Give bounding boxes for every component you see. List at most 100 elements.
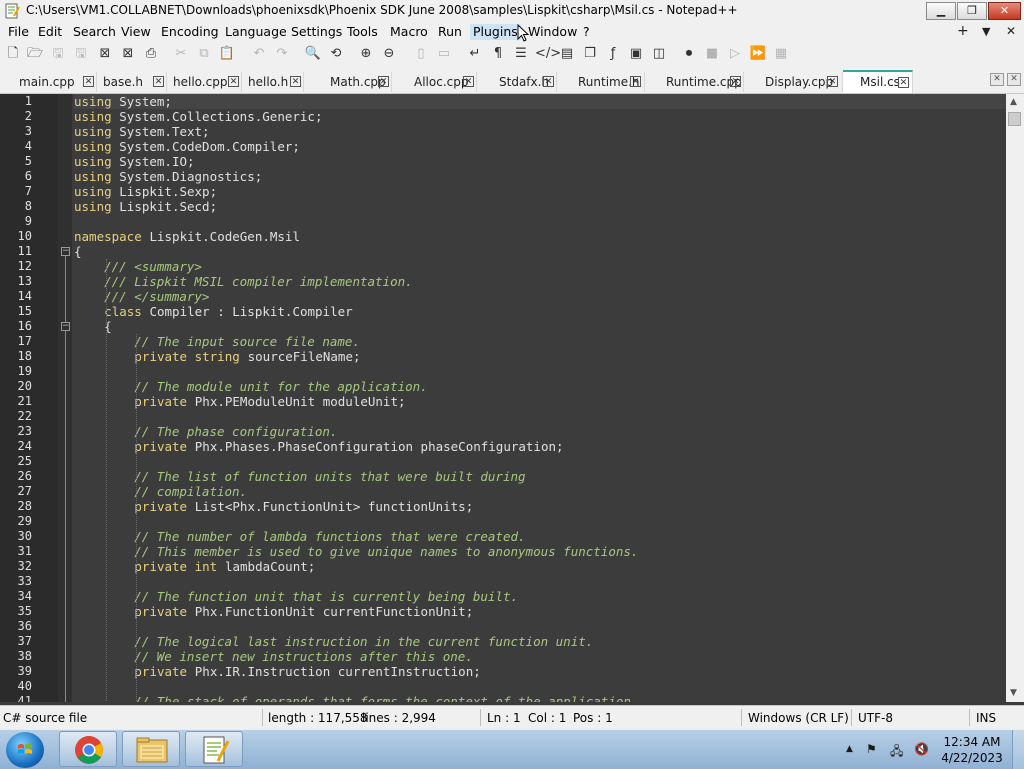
tab-close-icon[interactable]: ✕ — [378, 76, 389, 87]
code-line[interactable]: 5 using System.IO; — [0, 154, 1006, 169]
print-icon[interactable]: ⎙ — [142, 45, 160, 63]
menu-file[interactable]: File — [5, 24, 32, 40]
tab-runtime-cpp[interactable]: Runtime.cpp ✕ — [645, 72, 744, 92]
tab-close-icon[interactable]: ✕ — [153, 76, 164, 87]
tab-main-cpp[interactable]: main.cpp ✕ — [13, 72, 97, 92]
menu-settings[interactable]: Settings — [288, 24, 345, 40]
close-all-icon[interactable]: ⊠ — [119, 45, 137, 63]
code-line[interactable]: 3 using System.Text; — [0, 124, 1006, 139]
code-line[interactable]: 29 — [0, 514, 1006, 529]
code-line[interactable]: 37 // The logical last instruction in th… — [0, 634, 1006, 649]
code-line[interactable]: 30 // The number of lambda functions tha… — [0, 529, 1006, 544]
cut-icon[interactable]: ✂ — [172, 45, 190, 63]
code-line[interactable]: 32 private int lambdaCount; — [0, 559, 1006, 574]
menu-tools[interactable]: Tools — [344, 24, 381, 40]
code-line[interactable]: 9 — [0, 214, 1006, 229]
monitor-icon[interactable]: ▣ — [627, 45, 645, 63]
tab-close-icon[interactable]: ✕ — [827, 76, 838, 87]
restore-button[interactable]: ❐ — [957, 2, 987, 20]
close-document-icon[interactable]: ✕ — [1006, 24, 1016, 38]
new-tab-icon[interactable]: + — [957, 23, 969, 39]
code-line[interactable]: 11 { — [0, 244, 1006, 259]
tab-list-dropdown-icon[interactable]: ▼ — [982, 25, 990, 38]
tab-close-icon[interactable]: ✕ — [463, 76, 474, 87]
sync-vertical-icon[interactable]: ▯ — [412, 45, 430, 63]
action-center-flag-icon[interactable]: ⚑ — [866, 742, 877, 756]
close-window-button[interactable]: ✕ — [988, 2, 1021, 20]
status-eol[interactable]: Windows (CR LF) — [748, 711, 849, 725]
tab-close-icon[interactable]: ✕ — [898, 77, 909, 88]
network-icon[interactable]: 🖧 — [890, 742, 903, 763]
code-line[interactable]: 25 — [0, 454, 1006, 469]
function-fx-icon[interactable]: ƒ — [604, 45, 622, 63]
fold-toggle-icon[interactable]: − — [61, 247, 70, 256]
status-encoding[interactable]: UTF-8 — [858, 711, 893, 725]
save-icon[interactable]: 🖫 — [49, 45, 67, 63]
record-macro-icon[interactable]: ⏺ — [680, 45, 698, 63]
code-line[interactable]: 38 // We insert new instructions after t… — [0, 649, 1006, 664]
tab-hello-h[interactable]: hello.h ✕ — [242, 72, 304, 92]
menu-plugins[interactable]: Plugins — [470, 24, 521, 40]
doc-map-icon[interactable]: ▤ — [558, 45, 576, 63]
copy-icon[interactable]: ⧉ — [195, 45, 213, 63]
code-line[interactable]: 15 class Compiler : Lispkit.Compiler — [0, 304, 1006, 319]
save-all-icon[interactable]: 🖫 — [72, 45, 90, 63]
code-editor[interactable]: 1 using System; 2 using System.Collections.… — [0, 94, 1006, 702]
status-insert-mode[interactable]: INS — [976, 711, 996, 725]
run-macro-multiple-icon[interactable]: ⏩ — [749, 45, 767, 63]
tab-msil-cs[interactable]: Msil.cs ✕ — [843, 70, 913, 93]
code-line[interactable]: 14 /// </summary> — [0, 289, 1006, 304]
taskbar-file-explorer[interactable] — [122, 731, 180, 767]
code-line[interactable]: 21 private Phx.PEModuleUnit moduleUnit; — [0, 394, 1006, 409]
vertical-scrollbar[interactable]: ▲ ▼ — [1006, 94, 1024, 702]
code-line[interactable]: 31 // This member is used to give unique… — [0, 544, 1006, 559]
menu-macro[interactable]: Macro — [387, 24, 431, 40]
stop-record-icon[interactable]: ■ — [703, 45, 721, 63]
indent-guide-icon[interactable]: ☰ — [512, 45, 530, 63]
taskbar-notepad-plus-plus[interactable] — [185, 731, 243, 767]
taskbar-chrome[interactable] — [59, 731, 117, 767]
code-line[interactable]: 7 using Lispkit.Sexp; — [0, 184, 1006, 199]
tab-close-icon[interactable]: ✕ — [543, 76, 554, 87]
code-line[interactable]: 16 { — [0, 319, 1006, 334]
code-line[interactable]: 35 private Phx.FunctionUnit currentFunct… — [0, 604, 1006, 619]
menu-encoding[interactable]: Encoding — [158, 24, 222, 40]
code-line[interactable]: 17 // The input source file name. — [0, 334, 1006, 349]
code-line[interactable]: 12 /// <summary> — [0, 259, 1006, 274]
code-line[interactable]: 40 — [0, 679, 1006, 694]
zoom-out-icon[interactable]: ⊖ — [380, 45, 398, 63]
notepad-plus-plus-app-icon[interactable] — [4, 3, 20, 19]
tab-runtime-h[interactable]: Runtime.h ✕ — [557, 72, 645, 92]
tab-display-cpp[interactable]: Display.cpp ✕ — [744, 72, 843, 92]
scroll-up-icon[interactable]: ▲ — [1010, 97, 1017, 107]
tab-scroll-left-icon[interactable]: ✕ — [990, 73, 1004, 86]
code-line[interactable]: 34 // The function unit that is currentl… — [0, 589, 1006, 604]
show-desktop-button[interactable] — [1012, 730, 1024, 769]
menu-window[interactable]: Window — [525, 24, 580, 40]
volume-muted-icon[interactable]: 🔇 — [914, 742, 929, 756]
new-file-icon[interactable]: 🗋 — [4, 45, 22, 63]
tab-alloc-cpp[interactable]: Alloc.cpp ✕ — [392, 72, 477, 92]
undo-icon[interactable]: ↶ — [250, 45, 268, 63]
minimize-button[interactable]: ▁ — [926, 2, 956, 20]
tab-close-icon[interactable]: ✕ — [83, 76, 94, 87]
code-line[interactable]: 10 namespace Lispkit.CodeGen.Msil — [0, 229, 1006, 244]
code-line[interactable]: 22 — [0, 409, 1006, 424]
paste-icon[interactable]: 📋 — [218, 45, 236, 63]
code-line[interactable]: 27 // compilation. — [0, 484, 1006, 499]
replace-icon[interactable]: ⟲ — [327, 45, 345, 63]
code-line[interactable]: 24 private Phx.Phases.PhaseConfiguration… — [0, 439, 1006, 454]
menu-help[interactable]: ? — [580, 24, 593, 40]
redo-icon[interactable]: ↷ — [273, 45, 291, 63]
word-wrap-icon[interactable]: ↵ — [466, 45, 484, 63]
code-line[interactable]: 26 // The list of function units that we… — [0, 469, 1006, 484]
xml-tag-icon[interactable]: </> — [535, 45, 561, 63]
scroll-down-icon[interactable]: ▼ — [1010, 688, 1017, 698]
menu-view[interactable]: View — [118, 24, 154, 40]
code-line[interactable]: 39 private Phx.IR.Instruction currentIns… — [0, 664, 1006, 679]
show-all-chars-icon[interactable]: ¶ — [489, 45, 507, 63]
fold-toggle-icon[interactable]: − — [61, 322, 70, 331]
system-clock[interactable]: 12:34 AM 4/22/2023 — [940, 734, 1004, 766]
play-macro-icon[interactable]: ▷ — [726, 45, 744, 63]
code-line[interactable]: 19 — [0, 364, 1006, 379]
